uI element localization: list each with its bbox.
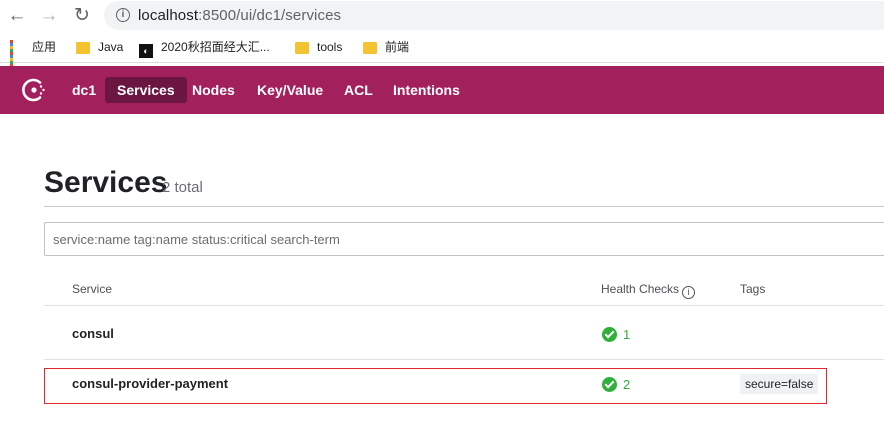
forward-arrow-icon[interactable]: →	[37, 4, 61, 28]
nav-acl[interactable]: ACL	[332, 77, 385, 103]
check-circle-icon	[602, 327, 617, 342]
bookmarks-bar: 应用 Java ◐ 2020秋招面经大汇... tools 前端	[0, 32, 884, 67]
bookmark-apps[interactable]: 应用	[10, 39, 57, 67]
address-bar[interactable]: i localhost:8500/ui/dc1/services	[104, 1, 884, 30]
header-divider	[44, 305, 884, 306]
bookmark-label: 应用	[32, 40, 57, 54]
help-info-icon[interactable]: i	[682, 286, 696, 299]
url-path: :8500/ui/dc1/services	[198, 7, 342, 24]
apps-grid-icon	[10, 40, 24, 67]
bookmark-label: 2020秋招面经大汇...	[161, 40, 270, 54]
url-host: localhost	[138, 7, 199, 24]
highlight-annotation	[44, 368, 827, 404]
bookmark-frontend[interactable]: 前端	[363, 39, 409, 55]
nav-key-value[interactable]: Key/Value	[245, 77, 335, 103]
title-divider	[44, 206, 884, 207]
health-header-label: Health Checks	[601, 282, 680, 296]
bookmark-tools[interactable]: tools	[295, 39, 342, 55]
health-check-count: 1	[623, 327, 631, 342]
bookmark-interview[interactable]: ◐ 2020秋招面经大汇...	[139, 39, 270, 58]
folder-icon	[363, 42, 377, 54]
column-header-tags[interactable]: Tags	[740, 282, 765, 296]
bookmark-java[interactable]: Java	[76, 39, 123, 55]
page-title: Services	[44, 166, 168, 199]
consul-top-nav: dc1 Services Nodes Key/Value ACL Intenti…	[0, 66, 884, 114]
bookmark-label: tools	[317, 40, 343, 54]
folder-icon	[295, 42, 309, 54]
column-header-health[interactable]: Health Checks i	[601, 282, 696, 299]
column-header-service[interactable]: Service	[72, 282, 112, 296]
health-check-passing[interactable]: 1	[602, 327, 630, 342]
consul-logo-icon[interactable]	[21, 77, 47, 103]
nav-services[interactable]: Services	[105, 77, 187, 103]
row-divider	[44, 359, 884, 360]
nav-nodes[interactable]: Nodes	[180, 77, 247, 103]
reload-icon[interactable]: ↻	[70, 4, 94, 28]
service-search-input[interactable]	[44, 222, 884, 256]
service-name-link[interactable]: consul	[72, 326, 114, 341]
site-favicon-icon: ◐	[139, 44, 153, 58]
bookmark-label: Java	[98, 40, 124, 54]
folder-icon	[76, 42, 90, 54]
bookmark-label: 前端	[385, 40, 410, 54]
datacenter-selector[interactable]: dc1	[60, 77, 108, 103]
back-arrow-icon[interactable]: ←	[5, 4, 29, 28]
browser-toolbar: ← → ↻ i localhost:8500/ui/dc1/services	[0, 0, 884, 32]
site-info-icon[interactable]: i	[116, 8, 130, 22]
service-count: 2 total	[162, 179, 203, 196]
url-text[interactable]: localhost:8500/ui/dc1/services	[138, 7, 341, 24]
nav-intentions[interactable]: Intentions	[381, 77, 472, 103]
